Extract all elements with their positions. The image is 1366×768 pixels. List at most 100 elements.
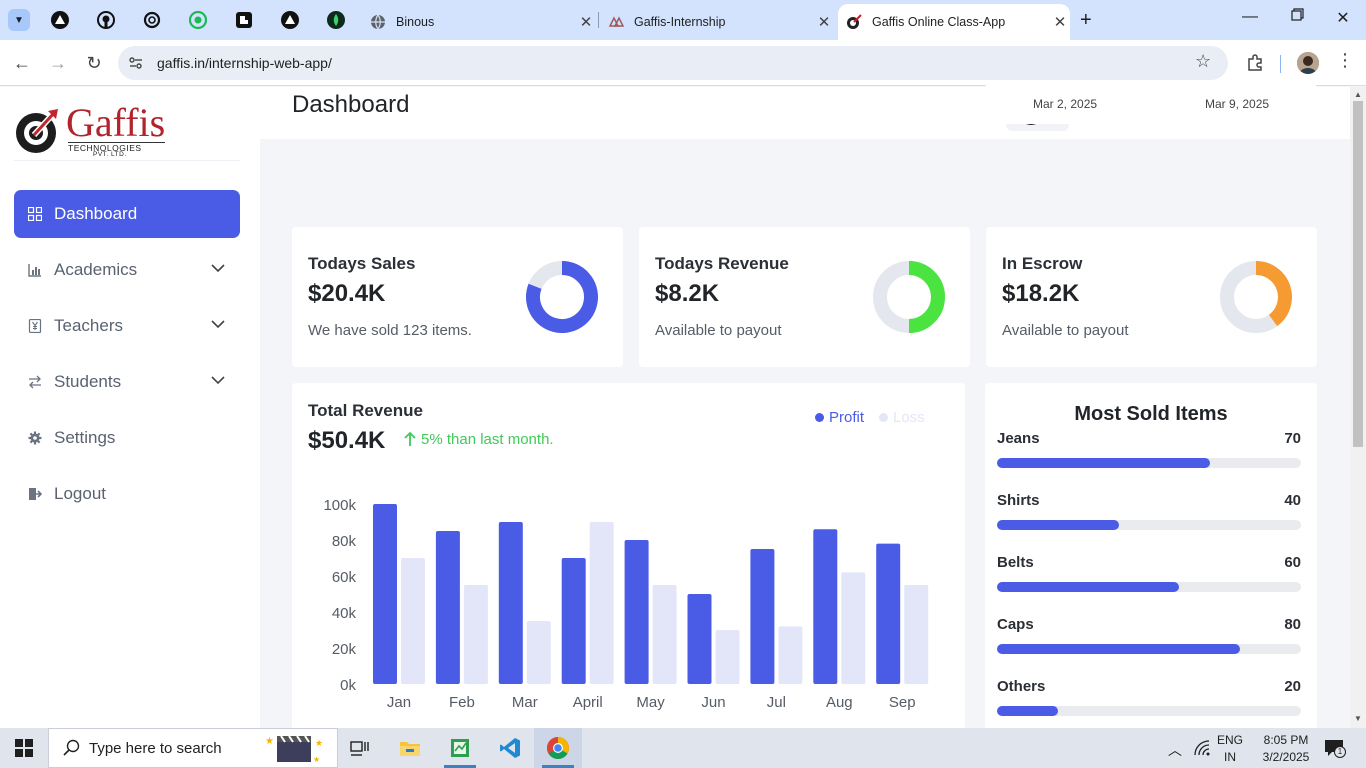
bar-loss[interactable] [589,522,614,684]
close-tab-icon[interactable]: ✕ [576,13,596,31]
browser-menu-icon[interactable]: ⋮ [1336,50,1354,71]
progress-fill [997,582,1180,592]
reload-icon[interactable]: ↻ [82,51,106,75]
browser-toolbar: ← → ↻ gaffis.in/internship-web-app/ [0,40,1366,86]
tab-gaffis-internship[interactable]: Gaffis-Internship ✕ [600,4,834,40]
pinned-tab-replit-icon[interactable] [234,10,254,30]
pinned-tab-openai-icon[interactable] [142,10,162,30]
sidebar-item-dashboard[interactable]: Dashboard [14,190,240,238]
bar-profit[interactable] [750,549,775,684]
bar-loss[interactable] [652,585,677,684]
donut-segment [908,261,945,333]
address-bar[interactable]: gaffis.in/internship-web-app/ [118,46,1228,80]
chrome-icon[interactable] [534,728,582,768]
notifications-icon[interactable]: 1 [1324,739,1346,762]
bar-profit[interactable] [876,543,901,684]
bar-loss[interactable] [778,626,803,684]
sheets-app-icon[interactable] [436,728,484,768]
pinned-tab-triangle-icon-2[interactable] [280,10,300,30]
new-tab-icon[interactable]: + [1080,9,1092,32]
bar-profit[interactable] [561,558,586,684]
file-explorer-icon[interactable] [386,728,434,768]
progress-fill [997,644,1241,654]
search-icon [63,739,80,756]
forward-icon[interactable]: → [46,51,70,75]
item-name: Caps [997,616,1034,633]
clock-date: 3/2/2025 [1262,750,1310,764]
search-highlight-clapperboard-icon: ★ ★ ★ [265,735,323,764]
progress-fill [997,706,1058,716]
donut-segment [1255,261,1292,327]
bar-profit[interactable] [498,522,523,684]
sidebar-item-label: Students [54,372,122,391]
scrollbar-thumb[interactable] [1353,101,1363,447]
bar-loss[interactable] [401,558,425,684]
extensions-icon[interactable] [1245,53,1265,73]
tray-overflow-chevron-icon[interactable]: ︿ [1168,740,1182,760]
kpi-subtitle: Available to payout [655,322,782,339]
y-tick-label: 40k [332,605,357,622]
tab-search-icon[interactable]: ▼ [8,9,30,31]
sidebar-item-settings[interactable]: Settings [14,414,240,462]
windows-start-icon[interactable] [0,728,48,768]
restore-icon[interactable] [1285,8,1309,26]
chevron-down-icon[interactable] [210,316,226,332]
tab-gaffis-online-class-app[interactable]: Gaffis Online Class-App ✕ [838,4,1070,40]
site-settings-icon[interactable] [128,55,144,71]
bar-profit[interactable] [435,531,460,684]
bar-loss[interactable] [904,585,929,684]
minimize-icon[interactable]: — [1238,8,1262,26]
bar-loss[interactable] [526,621,551,684]
chevron-down-icon[interactable] [210,260,226,276]
pinned-tab-triangle-icon[interactable] [50,10,70,30]
date-from[interactable]: Mar 2, 2025 [1033,97,1097,111]
chevron-down-icon[interactable] [210,372,226,388]
tab-binous[interactable]: Binous ✕ [362,4,596,40]
scroll-up-icon[interactable]: ▲ [1354,90,1362,99]
sidebar-divider [14,160,240,161]
network-icon[interactable] [1194,740,1210,761]
x-tick-label: Jan [387,694,411,711]
sidebar-item-logout[interactable]: Logout [14,470,240,518]
vscode-icon[interactable] [486,728,534,768]
language-indicator[interactable]: ENG IN [1214,733,1246,764]
sidebar-item-label: Teachers [54,316,123,335]
progress-track [997,706,1301,716]
bar-profit[interactable] [373,504,397,684]
date-to[interactable]: Mar 9, 2025 [1205,97,1269,111]
clock-time: 8:05 PM [1263,733,1309,747]
close-tab-icon[interactable]: ✕ [814,13,834,31]
bar-profit[interactable] [624,540,649,684]
pinned-tab-green-circle-icon[interactable] [188,10,208,30]
task-view-icon[interactable] [336,728,384,768]
bar-profit[interactable] [687,594,712,684]
kpi-value: $20.4K [308,280,386,307]
close-tab-icon[interactable]: ✕ [1050,13,1070,31]
bar-loss[interactable] [463,585,488,684]
bar-loss[interactable] [841,572,866,684]
sidebar-item-teachers[interactable]: Teachers [14,302,240,350]
y-tick-label: 20k [332,641,357,658]
bookmark-star-icon[interactable]: ☆ [1195,51,1211,72]
system-clock[interactable]: 8:05 PM 3/2/2025 [1252,733,1320,764]
sidebar-item-academics[interactable]: Academics [14,246,240,294]
taskbar-search-input[interactable]: Type here to search ★ ★ ★ [48,728,338,768]
total-revenue-card: Total Revenue $50.4K 5% than last month.… [292,383,965,728]
y-tick-label: 0k [340,677,356,694]
progress-track [997,458,1301,468]
x-tick-label: May [636,694,665,711]
page-scrollbar[interactable]: ▲ ▼ [1350,87,1366,728]
svg-text:★: ★ [313,755,320,764]
date-range-picker[interactable]: Mar 2, 2025 Mar 9, 2025 [985,84,1317,124]
sidebar-item-students[interactable]: Students [14,358,240,406]
bar-loss[interactable] [715,630,740,684]
url-text: gaffis.in/internship-web-app/ [157,55,332,71]
toolbar-divider [1280,55,1281,73]
back-icon[interactable]: ← [10,51,34,75]
scroll-down-icon[interactable]: ▼ [1354,714,1362,723]
pinned-tab-github-icon[interactable] [96,10,116,30]
profile-avatar[interactable] [1297,52,1319,74]
close-window-icon[interactable]: ✕ [1331,8,1355,28]
pinned-tab-leaf-icon[interactable] [326,10,346,30]
bar-profit[interactable] [813,529,838,684]
